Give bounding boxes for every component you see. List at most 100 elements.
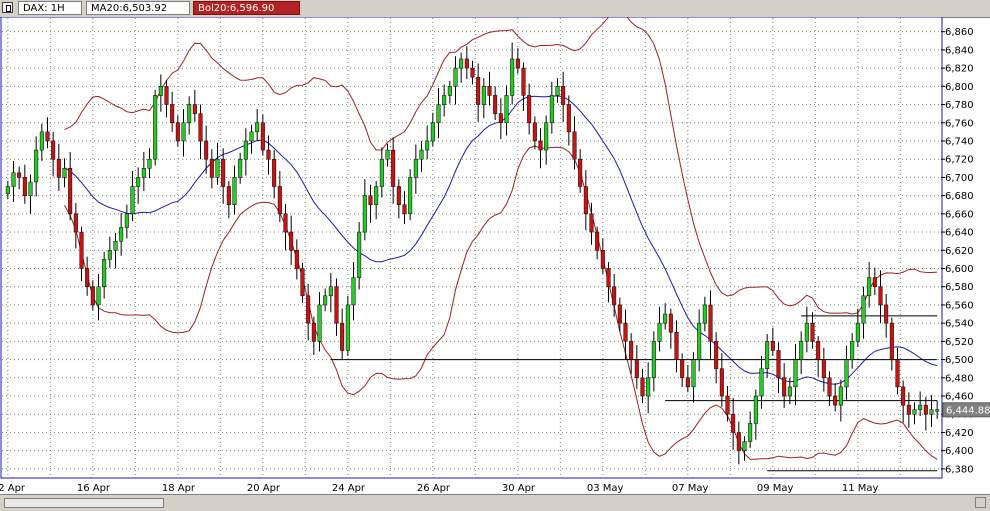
y-tick-label: 6,680 bbox=[945, 191, 974, 202]
candle-body bbox=[561, 86, 566, 105]
candle-body bbox=[731, 413, 736, 433]
candle-body bbox=[572, 131, 577, 160]
candle-body bbox=[408, 177, 413, 215]
candle-body bbox=[493, 95, 498, 114]
candle-body bbox=[11, 172, 16, 187]
candle-body bbox=[872, 277, 877, 287]
candle-body bbox=[612, 286, 617, 306]
candle-body bbox=[629, 341, 634, 360]
x-tick-label: 03 May bbox=[587, 483, 624, 494]
bollinger-indicator-label[interactable]: Bol20:6,596.90 bbox=[193, 1, 300, 15]
candle-body bbox=[22, 177, 27, 196]
candle-body bbox=[827, 377, 832, 397]
candle-body bbox=[130, 186, 135, 215]
candle-body bbox=[663, 313, 668, 324]
candle-body bbox=[85, 268, 90, 287]
candle-body bbox=[623, 322, 628, 342]
ma-indicator-label[interactable]: MA20:6,503.92 bbox=[86, 1, 190, 15]
candle-body bbox=[379, 158, 384, 187]
candle-body bbox=[243, 140, 248, 160]
candle-body bbox=[657, 322, 662, 342]
x-tick-label: 26 Apr bbox=[417, 483, 451, 494]
candle-body bbox=[487, 86, 492, 96]
candle-body bbox=[283, 213, 288, 233]
candle-body bbox=[521, 67, 526, 96]
candle-body bbox=[753, 395, 758, 424]
horizontal-scrollbar[interactable] bbox=[0, 494, 990, 511]
candle-body bbox=[838, 386, 843, 406]
candle-body bbox=[923, 404, 928, 415]
candle-body bbox=[702, 304, 707, 324]
candle-body bbox=[555, 86, 560, 96]
candle-body bbox=[351, 277, 356, 306]
candle-body bbox=[453, 67, 458, 87]
y-tick-label: 6,740 bbox=[945, 136, 974, 147]
y-tick-label: 6,820 bbox=[945, 64, 974, 75]
candle-body bbox=[583, 186, 588, 215]
candle-body bbox=[810, 322, 815, 342]
candle-body bbox=[266, 149, 271, 160]
candle-body bbox=[912, 409, 917, 415]
candle-body bbox=[742, 441, 747, 451]
candle-body bbox=[617, 304, 622, 324]
candle-body bbox=[124, 213, 129, 228]
candle-body bbox=[334, 286, 339, 324]
chart-header-bar: DAX: 1H MA20:6,503.92 Bol20:6,596.90 bbox=[0, 0, 990, 18]
candle-body bbox=[776, 350, 781, 379]
candle-body bbox=[578, 158, 583, 187]
candle-body bbox=[430, 122, 435, 142]
candle-body bbox=[697, 322, 702, 360]
candle-body bbox=[238, 158, 243, 178]
candle-body bbox=[833, 395, 838, 406]
candle-body bbox=[226, 186, 231, 205]
candle-body bbox=[804, 322, 809, 342]
candle-body bbox=[515, 58, 520, 69]
candle-body bbox=[323, 295, 328, 306]
x-tick-label: 30 Apr bbox=[502, 483, 536, 494]
candle-body bbox=[141, 168, 146, 178]
symbol-label: DAX: 1H bbox=[18, 1, 82, 15]
candle-body bbox=[153, 95, 158, 160]
candle-body bbox=[136, 177, 141, 187]
date-axis: 12 Apr 16 Apr 18 Apr 20 Apr 24 Apr 26 Apr 30 A… bbox=[0, 483, 878, 494]
scroll-thumb[interactable] bbox=[4, 498, 164, 508]
candle-body bbox=[102, 259, 107, 287]
chart-window-icon[interactable] bbox=[2, 2, 13, 13]
candle-body bbox=[158, 86, 163, 96]
candle-body bbox=[714, 341, 719, 369]
price-chart[interactable]: 6,3806,4006,4206,4406,4606,4806,5006,520… bbox=[0, 17, 990, 494]
candle-body bbox=[606, 268, 611, 287]
current-price-label: 6,444.88 bbox=[946, 405, 990, 416]
candle-body bbox=[861, 295, 866, 324]
candle-body bbox=[215, 158, 220, 178]
candle-body bbox=[5, 186, 10, 195]
candle-body bbox=[362, 195, 367, 233]
candle-body bbox=[357, 231, 362, 278]
candle-body bbox=[374, 186, 379, 205]
x-tick-label: 16 Apr bbox=[77, 483, 111, 494]
candle-body bbox=[498, 113, 503, 124]
candle-body bbox=[793, 359, 798, 388]
y-tick-label: 6,700 bbox=[945, 173, 974, 184]
candle-body bbox=[51, 140, 56, 160]
candle-body bbox=[34, 149, 39, 183]
scroll-end-button[interactable] bbox=[975, 497, 986, 508]
candle-body bbox=[413, 158, 418, 178]
candle-body bbox=[889, 322, 894, 360]
candle-body bbox=[56, 158, 61, 178]
x-tick-label: 07 May bbox=[672, 483, 709, 494]
candle-body bbox=[901, 386, 906, 406]
y-tick-label: 6,420 bbox=[945, 428, 974, 439]
candle-body bbox=[28, 181, 33, 196]
candle-body bbox=[685, 377, 690, 388]
candle-body bbox=[895, 359, 900, 388]
candle-body bbox=[39, 131, 44, 151]
y-tick-label: 6,860 bbox=[945, 27, 974, 38]
candle-body bbox=[918, 404, 923, 410]
candle-body bbox=[680, 359, 685, 379]
candle-body bbox=[855, 322, 860, 342]
candle-body bbox=[368, 195, 373, 205]
candle-body bbox=[867, 277, 872, 297]
candle-body bbox=[782, 377, 787, 397]
candle-body bbox=[481, 86, 486, 105]
